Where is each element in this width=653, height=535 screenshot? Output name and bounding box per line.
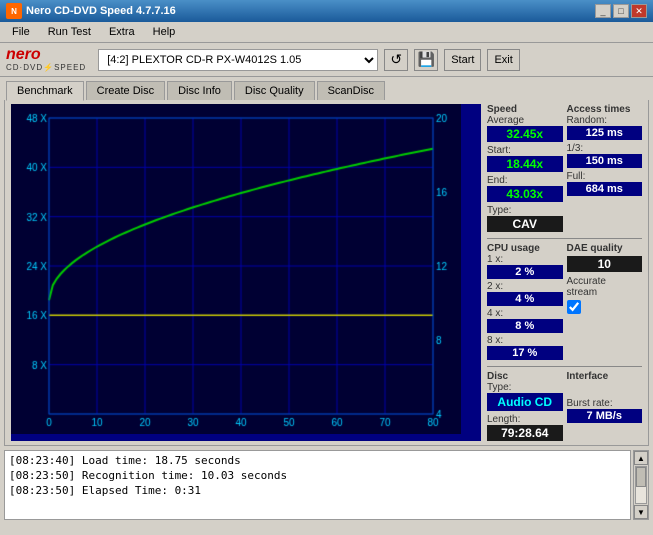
log-area: [08:23:40] Load time: 18.75 seconds [08:… — [4, 450, 649, 520]
app-icon: N — [6, 3, 22, 19]
scroll-thumb[interactable] — [636, 467, 646, 487]
tab-scan-disc[interactable]: ScanDisc — [317, 81, 385, 100]
start-value: 18.44x — [487, 156, 563, 172]
menu-extra[interactable]: Extra — [101, 24, 143, 40]
window-title: Nero CD-DVD Speed 4.7.7.16 — [26, 5, 176, 17]
dae-value: 10 — [567, 256, 643, 272]
menu-bar: File Run Test Extra Help — [0, 22, 653, 43]
save-button[interactable]: 💾 — [414, 49, 438, 71]
cpu-1x-value: 2 % — [487, 265, 563, 279]
minimize-button[interactable]: _ — [595, 4, 611, 18]
average-value: 32.45x — [487, 126, 563, 142]
tab-bar: Benchmark Create Disc Disc Info Disc Qua… — [0, 77, 653, 100]
third-label: 1/3: — [567, 143, 643, 154]
type-value: CAV — [487, 216, 563, 232]
speed-access-row: Speed Average 32.45x Start: 18.44x End: … — [487, 104, 642, 232]
maximize-button[interactable]: □ — [613, 4, 629, 18]
length-value: 79:28.64 — [487, 425, 563, 441]
scroll-up-button[interactable]: ▲ — [634, 451, 648, 465]
refresh-button[interactable]: ↺ — [384, 49, 408, 71]
menu-run-test[interactable]: Run Test — [40, 24, 99, 40]
cpu-4x-value: 8 % — [487, 319, 563, 333]
burst-value: 7 MB/s — [567, 409, 643, 423]
length-label: Length: — [487, 414, 563, 425]
accurate-stream-label: stream — [567, 287, 643, 298]
toolbar: nero CD·DVD⚡SPEED [4:2] PLEXTOR CD-R PX-… — [0, 43, 653, 77]
nero-logo: nero CD·DVD⚡SPEED — [6, 47, 86, 72]
random-value: 125 ms — [567, 126, 643, 140]
log-entry-2: [08:23:50] Elapsed Time: 0:31 — [9, 483, 626, 498]
speed-chart — [11, 104, 481, 441]
full-label: Full: — [567, 171, 643, 182]
access-times-label: Access times — [567, 104, 643, 115]
window-controls: _ □ ✕ — [595, 4, 647, 18]
exit-button[interactable]: Exit — [487, 49, 519, 71]
cpu-8x-label: 8 x: — [487, 335, 563, 346]
cpu-2x-label: 2 x: — [487, 281, 563, 292]
log-scrollbar[interactable]: ▲ ▼ — [633, 450, 649, 520]
random-label: Random: — [567, 115, 643, 126]
interface-label: Interface — [567, 371, 643, 382]
start-button[interactable]: Start — [444, 49, 481, 71]
scroll-down-button[interactable]: ▼ — [634, 505, 648, 519]
start-label: Start: — [487, 145, 563, 156]
speed-stats: Speed Average 32.45x Start: 18.44x End: … — [487, 104, 563, 232]
cpu-2x-value: 4 % — [487, 292, 563, 306]
cpu-8x-value: 17 % — [487, 346, 563, 360]
burst-label: Burst rate: — [567, 398, 643, 409]
cpu-label: CPU usage — [487, 243, 563, 254]
end-label: End: — [487, 175, 563, 186]
right-panel: Speed Average 32.45x Start: 18.44x End: … — [487, 104, 642, 441]
disc-type-value: Audio CD — [487, 393, 563, 411]
log-entry-1: [08:23:50] Recognition time: 10.03 secon… — [9, 468, 626, 483]
tab-disc-quality[interactable]: Disc Quality — [234, 81, 315, 100]
tab-create-disc[interactable]: Create Disc — [86, 81, 165, 100]
cpu-section: CPU usage 1 x: 2 % 2 x: 4 % 4 x: 8 % 8 x… — [487, 238, 642, 360]
access-times: Access times Random: 125 ms 1/3: 150 ms … — [567, 104, 643, 232]
disc-label: Disc — [487, 371, 563, 382]
cpu-4x-label: 4 x: — [487, 308, 563, 319]
close-button[interactable]: ✕ — [631, 4, 647, 18]
main-content: Speed Average 32.45x Start: 18.44x End: … — [4, 100, 649, 446]
cpu-1x-label: 1 x: — [487, 254, 563, 265]
menu-help[interactable]: Help — [145, 24, 184, 40]
log-entry-0: [08:23:40] Load time: 18.75 seconds — [9, 453, 626, 468]
menu-file[interactable]: File — [4, 24, 38, 40]
drive-selector[interactable]: [4:2] PLEXTOR CD-R PX-W4012S 1.05 — [98, 49, 378, 71]
end-value: 43.03x — [487, 186, 563, 202]
speed-label: Speed — [487, 104, 563, 115]
log-text: [08:23:40] Load time: 18.75 seconds [08:… — [4, 450, 631, 520]
accurate-label: Accurate — [567, 276, 643, 287]
tab-disc-info[interactable]: Disc Info — [167, 81, 232, 100]
disc-section: Disc Type: Audio CD Length: 79:28.64 Int… — [487, 366, 642, 441]
scroll-track — [635, 466, 647, 504]
full-value: 684 ms — [567, 182, 643, 196]
tab-benchmark[interactable]: Benchmark — [6, 81, 84, 101]
dae-quality-label: DAE quality — [567, 243, 643, 254]
average-label: Average — [487, 115, 563, 126]
accurate-stream-checkbox[interactable] — [567, 300, 581, 314]
title-bar: N Nero CD-DVD Speed 4.7.7.16 _ □ ✕ — [0, 0, 653, 22]
disc-type-label: Type: — [487, 382, 563, 393]
type-label: Type: — [487, 205, 563, 216]
third-value: 150 ms — [567, 154, 643, 168]
